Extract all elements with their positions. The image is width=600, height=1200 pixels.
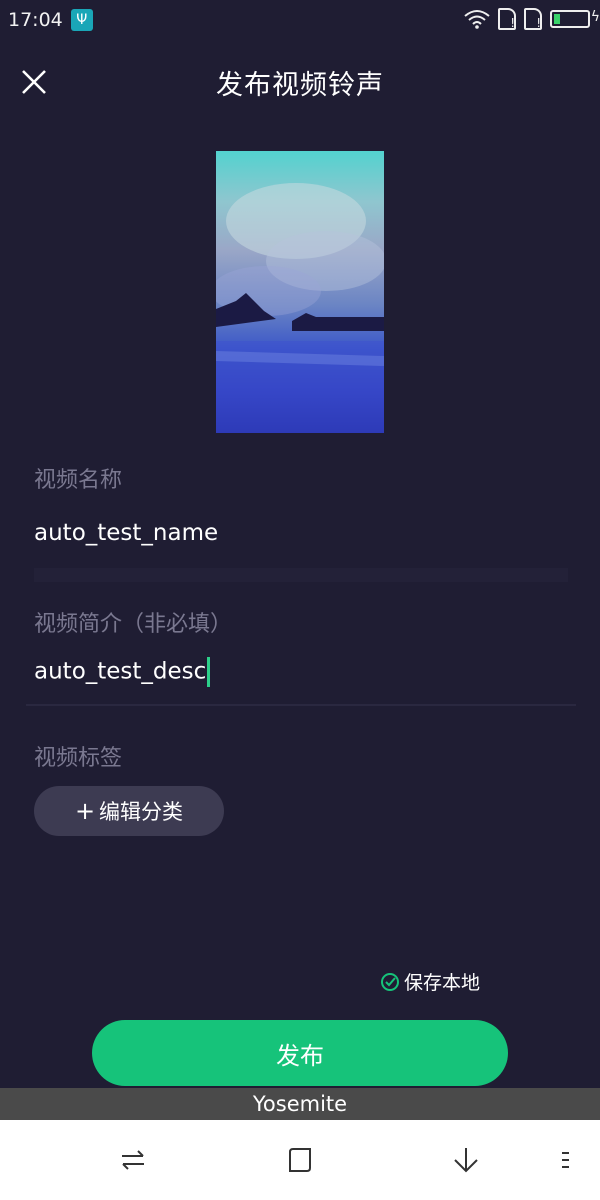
page-title: 发布视频铃声 bbox=[216, 69, 384, 101]
sim2-icon bbox=[524, 8, 542, 30]
plus-icon: + bbox=[74, 797, 96, 825]
system-nav-bar bbox=[0, 1120, 600, 1200]
save-local-toggle[interactable]: 保存本地 bbox=[380, 968, 480, 995]
battery-icon: ϟ bbox=[550, 9, 600, 28]
desc-divider bbox=[26, 704, 576, 706]
video-name-label: 视频名称 bbox=[34, 468, 123, 493]
status-time: 17:04 bbox=[8, 9, 63, 31]
status-bar: 17:04 Ψ ϟ bbox=[0, 0, 600, 40]
name-divider bbox=[34, 568, 568, 582]
publish-label: 发布 bbox=[276, 1041, 324, 1070]
header: 发布视频铃声 bbox=[0, 52, 600, 112]
video-name-input[interactable]: auto_test_name bbox=[34, 520, 218, 546]
arrow-down-icon[interactable] bbox=[450, 1144, 482, 1176]
check-circle-icon bbox=[381, 972, 399, 991]
usb-icon: Ψ bbox=[70, 9, 93, 31]
switch-icon[interactable] bbox=[117, 1144, 149, 1176]
square-icon[interactable] bbox=[284, 1144, 316, 1176]
video-desc-value: auto_test_desc bbox=[34, 658, 207, 685]
video-desc-input[interactable]: auto_test_desc bbox=[34, 657, 211, 687]
thumbnail-art bbox=[216, 183, 384, 433]
wifi-icon bbox=[464, 10, 490, 29]
tooltip-bar: Yosemite bbox=[0, 1088, 600, 1120]
tooltip-text: Yosemite bbox=[252, 1092, 348, 1116]
video-desc-label: 视频简介（非必填） bbox=[34, 612, 233, 637]
video-thumbnail[interactable] bbox=[216, 151, 384, 433]
edit-category-label: 编辑分类 bbox=[99, 800, 184, 824]
save-local-label: 保存本地 bbox=[404, 972, 481, 994]
menu-icon[interactable] bbox=[556, 1144, 576, 1176]
status-icons: ϟ bbox=[464, 8, 600, 30]
text-cursor bbox=[207, 657, 211, 687]
video-tags-label: 视频标签 bbox=[34, 746, 123, 771]
close-icon[interactable] bbox=[18, 66, 50, 98]
publish-button[interactable]: 发布 bbox=[92, 1020, 508, 1086]
edit-category-button[interactable]: + 编辑分类 bbox=[34, 786, 224, 836]
sim1-icon bbox=[498, 8, 516, 30]
